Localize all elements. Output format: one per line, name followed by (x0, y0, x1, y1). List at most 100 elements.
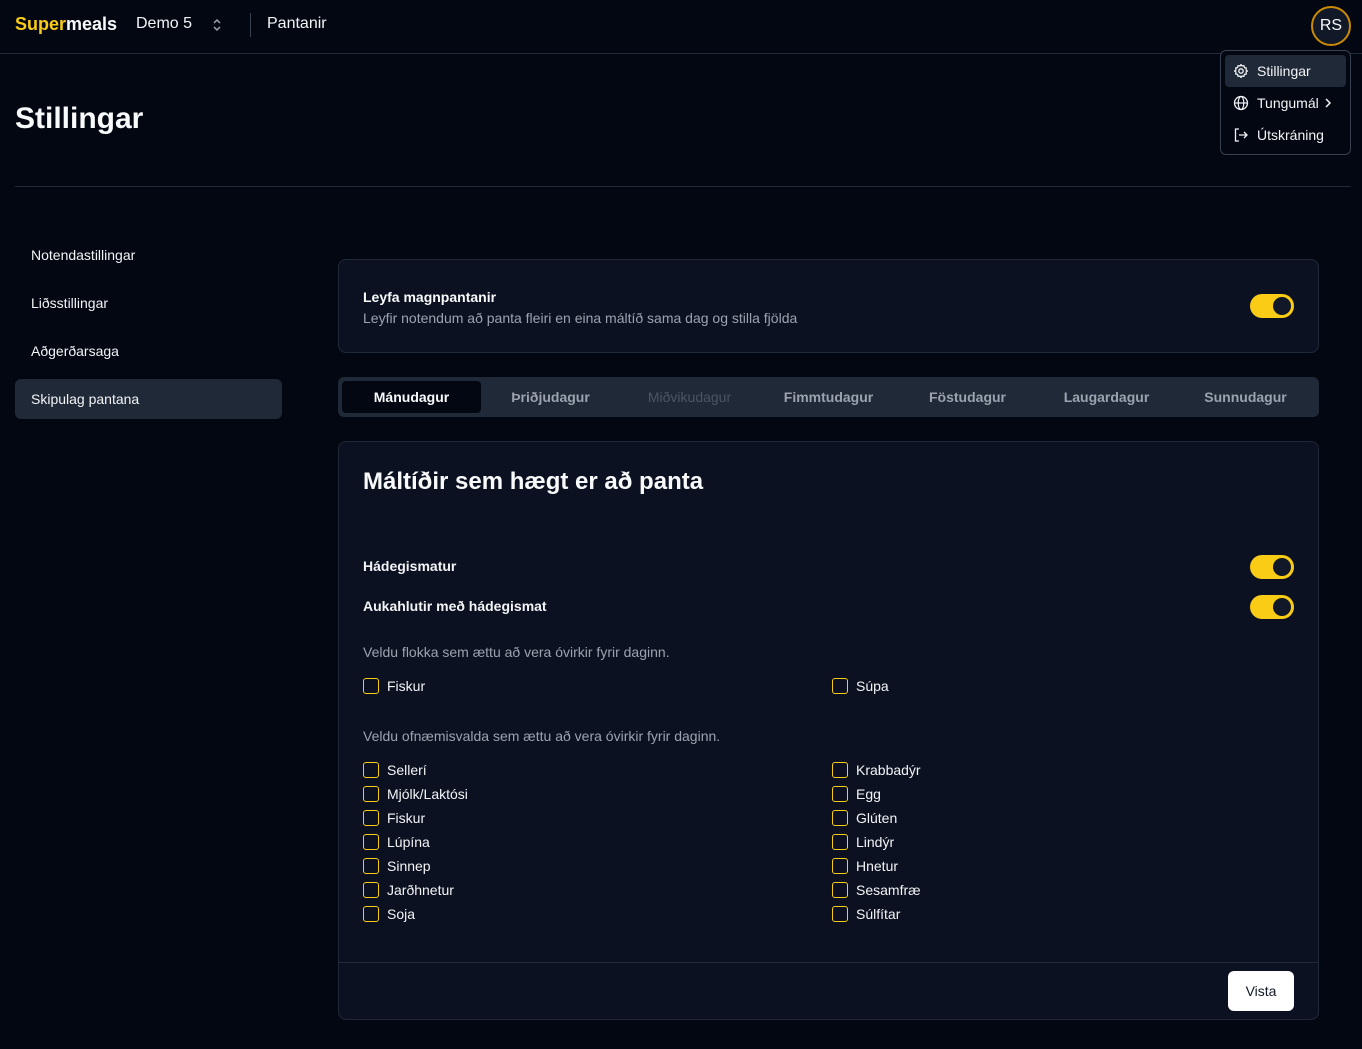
menu-item-logout[interactable]: Útskráning (1225, 119, 1346, 151)
checkbox[interactable] (363, 906, 379, 922)
checkbox-label: Jarðhnetur (387, 882, 454, 898)
checkbox-label: Súpa (856, 678, 889, 694)
checkbox[interactable] (363, 762, 379, 778)
categories-hint: Veldu flokka sem ættu að vera óvirkir fy… (363, 644, 670, 660)
allergen-checkbox[interactable]: Sinnep (363, 857, 431, 875)
chevron-up-down-icon[interactable] (210, 16, 224, 34)
allergen-checkbox[interactable]: Mjólk/Laktósi (363, 785, 468, 803)
checkbox-label: Egg (856, 786, 881, 802)
checkbox-label: Hnetur (856, 858, 899, 874)
allergen-checkbox[interactable]: Sesamfræ (832, 881, 921, 899)
menu-item-settings[interactable]: Stillingar (1225, 55, 1346, 87)
sidebar-item-activity-log[interactable]: Aðgerðarsaga (15, 331, 282, 371)
team-name[interactable]: Demo 5 (136, 15, 192, 33)
allergen-checkbox[interactable]: Krabbadýr (832, 761, 921, 779)
checkbox[interactable] (363, 882, 379, 898)
allergen-checkbox[interactable]: Soja (363, 905, 415, 923)
checkbox[interactable] (363, 858, 379, 874)
category-checkbox-fish[interactable]: Fiskur (363, 677, 425, 695)
allergen-checkbox[interactable]: Lúpína (363, 833, 430, 851)
tab-friday[interactable]: Föstudagur (898, 381, 1037, 413)
header-divider (250, 13, 251, 37)
checkbox[interactable] (832, 834, 848, 850)
toggle-knob (1273, 598, 1291, 616)
checkbox-label: Sinnep (387, 858, 431, 874)
checkbox-label: Glúten (856, 810, 898, 826)
checkbox[interactable] (832, 882, 848, 898)
brand-rest: meals (66, 14, 118, 34)
avatar[interactable]: RS (1311, 6, 1351, 46)
tab-monday[interactable]: Mánudagur (342, 381, 481, 413)
checkbox[interactable] (832, 906, 848, 922)
checkbox[interactable] (832, 858, 848, 874)
card-footer-divider (339, 962, 1318, 963)
menu-item-label: Útskráning (1257, 127, 1324, 143)
logout-icon (1234, 128, 1248, 142)
sidebar-item-user-settings[interactable]: Notendastillingar (15, 235, 282, 275)
allergen-checkbox[interactable]: Súlfítar (832, 905, 900, 923)
checkbox[interactable] (363, 834, 379, 850)
tab-sunday[interactable]: Sunnudagur (1176, 381, 1315, 413)
checkbox[interactable] (832, 678, 848, 694)
checkbox-label: Sesamfræ (856, 882, 921, 898)
gear-icon (1233, 63, 1249, 79)
bulk-orders-description: Leyfir notendum að panta fleiri en eina … (363, 310, 798, 326)
allergen-checkbox[interactable]: Sellerí (363, 761, 427, 779)
sidebar-item-label: Liðsstillingar (31, 295, 109, 311)
menu-item-label: Stillingar (1257, 63, 1311, 79)
bulk-orders-title: Leyfa magnpantanir (363, 289, 497, 305)
lunch-label: Hádegismatur (363, 558, 457, 574)
meals-title: Máltíðir sem hægt er að panta (363, 468, 704, 495)
allergen-checkbox[interactable]: Egg (832, 785, 881, 803)
globe-icon (1233, 95, 1249, 111)
sides-toggle[interactable] (1250, 595, 1294, 619)
tab-wednesday[interactable]: Miðvikudagur (620, 381, 759, 413)
toggle-knob (1273, 297, 1291, 315)
menu-item-language[interactable]: Tungumál (1225, 87, 1346, 119)
meals-card: Máltíðir sem hægt er að panta Hádegismat… (338, 441, 1319, 1020)
sides-label: Aukahlutir með hádegismat (363, 598, 547, 614)
allergen-checkbox[interactable]: Glúten (832, 809, 897, 827)
bulk-orders-card: Leyfa magnpantanir Leyfir notendum að pa… (338, 259, 1319, 353)
brand-logo[interactable]: Supermeals (15, 14, 117, 35)
toggle-knob (1273, 558, 1291, 576)
tab-saturday[interactable]: Laugardagur (1037, 381, 1176, 413)
tab-thursday[interactable]: Fimmtudagur (759, 381, 898, 413)
tab-tuesday[interactable]: Þriðjudagur (481, 381, 620, 413)
user-menu: Stillingar Tungumál Útskráning (1220, 50, 1351, 155)
checkbox-label: Lúpína (387, 834, 430, 850)
lunch-toggle[interactable] (1250, 555, 1294, 579)
page-title: Stillingar (15, 102, 144, 135)
checkbox-label: Soja (387, 906, 416, 922)
checkbox-label: Krabbadýr (856, 762, 921, 778)
checkbox[interactable] (832, 762, 848, 778)
brand-accent: Super (15, 14, 67, 34)
sidebar-item-label: Aðgerðarsaga (31, 343, 119, 359)
checkbox[interactable] (832, 786, 848, 802)
checkbox-label: Sellerí (387, 762, 427, 778)
checkbox-label: Lindýr (856, 834, 895, 850)
day-tabs: Mánudagur Þriðjudagur Miðvikudagur Fimmt… (338, 377, 1319, 417)
allergens-hint: Veldu ofnæmisvalda sem ættu að vera óvir… (363, 728, 721, 744)
checkbox-label: Súlfítar (856, 906, 901, 922)
category-checkbox-soup[interactable]: Súpa (832, 677, 889, 695)
sidebar-item-label: Notendastillingar (31, 247, 136, 263)
save-button[interactable]: Vista (1228, 971, 1294, 1011)
sidebar-item-team-settings[interactable]: Liðsstillingar (15, 283, 282, 323)
allergen-checkbox[interactable]: Hnetur (832, 857, 898, 875)
checkbox[interactable] (363, 678, 379, 694)
sidebar-item-order-schedule[interactable]: Skipulag pantana (15, 379, 282, 419)
checkbox[interactable] (363, 810, 379, 826)
checkbox[interactable] (363, 786, 379, 802)
checkbox[interactable] (832, 810, 848, 826)
checkbox-label: Mjólk/Laktósi (387, 786, 468, 802)
nav-link-orders[interactable]: Pantanir (267, 15, 327, 33)
menu-item-label: Tungumál (1257, 95, 1319, 111)
bulk-orders-toggle[interactable] (1250, 294, 1294, 318)
top-bar: Supermeals Demo 5 Pantanir RS (0, 0, 1362, 54)
allergen-checkbox[interactable]: Jarðhnetur (363, 881, 454, 899)
allergen-checkbox[interactable]: Fiskur (363, 809, 425, 827)
checkbox-label: Fiskur (387, 810, 426, 826)
title-divider (15, 186, 1351, 187)
allergen-checkbox[interactable]: Lindýr (832, 833, 894, 851)
